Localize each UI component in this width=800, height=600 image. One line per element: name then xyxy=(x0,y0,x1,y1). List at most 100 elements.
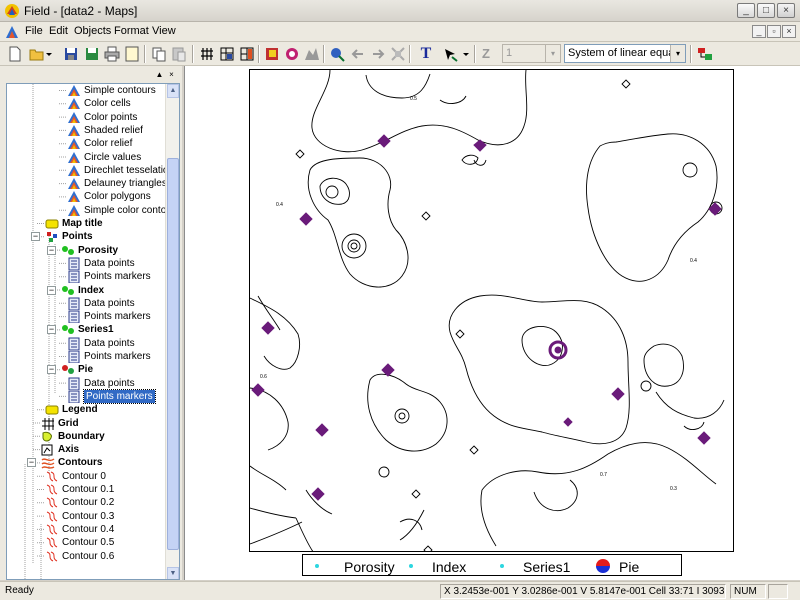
document-icon[interactable] xyxy=(5,25,19,39)
new-file-icon[interactable] xyxy=(6,45,24,63)
legend-label: Pie xyxy=(619,559,640,575)
tree-collapse-icon[interactable]: − xyxy=(27,458,36,468)
toolbar-separator xyxy=(690,45,692,63)
layout-icon[interactable] xyxy=(238,45,256,63)
scroll-thumb[interactable] xyxy=(167,158,179,550)
copy-icon[interactable] xyxy=(150,45,168,63)
maximize-button[interactable]: □ xyxy=(757,3,775,18)
menu-format[interactable]: Format xyxy=(114,25,149,37)
fit-extent-icon[interactable] xyxy=(389,45,407,63)
data-sheet-icon xyxy=(68,257,80,270)
pointer-icon[interactable] xyxy=(442,45,460,63)
map-book-icon[interactable] xyxy=(263,45,281,63)
cyan-dot-icon xyxy=(500,564,504,568)
svg-text:0.3: 0.3 xyxy=(670,486,677,492)
data-sheet-icon xyxy=(68,310,80,324)
tree-collapse-icon[interactable]: − xyxy=(47,285,56,295)
legend-label: Porosity xyxy=(344,559,395,575)
tree-node-label: Simple color contours xyxy=(84,204,165,216)
object-tree[interactable]: Simple contours Color cells Color points Sh… xyxy=(6,83,180,580)
data-sheet-icon xyxy=(68,350,80,363)
contour-map: 0.4 0.5 0.4 0.6 0.3 0.7 xyxy=(250,70,725,551)
legend-item: Series1 xyxy=(488,558,588,575)
status-ready: Ready xyxy=(5,585,34,596)
tree-collapse-icon[interactable]: − xyxy=(47,365,56,375)
cyan-dot-icon xyxy=(409,564,413,568)
tree-node-label: Color points xyxy=(84,111,138,123)
tree-node-label: Points markers xyxy=(84,311,151,323)
grid-icon[interactable] xyxy=(198,45,216,63)
pointer-dropdown-icon[interactable] xyxy=(461,45,471,63)
toolbar: T Z 1 ▾ System of linear equations ▾ xyxy=(0,42,800,66)
doc-close-button[interactable]: × xyxy=(782,25,796,38)
tree-node-label: Boundary xyxy=(58,430,105,442)
panel-close-button[interactable]: × xyxy=(166,70,177,80)
contour-line-icon xyxy=(46,524,58,535)
tree-collapse-icon[interactable]: − xyxy=(47,245,56,255)
map-view[interactable]: 0.4 0.5 0.4 0.6 0.3 0.7 Porosity Index S… xyxy=(184,66,800,580)
paste-icon[interactable] xyxy=(170,45,188,63)
contour-line-icon xyxy=(46,511,58,522)
method-combo-arrow-icon[interactable]: ▾ xyxy=(670,45,685,62)
surface-icon[interactable] xyxy=(303,45,321,63)
print-icon[interactable] xyxy=(103,45,121,63)
contour-line-icon xyxy=(46,497,58,508)
toolbar-separator xyxy=(474,45,476,63)
menu-objects[interactable]: Objects xyxy=(74,25,111,37)
data-point-markers xyxy=(251,134,722,501)
save-all-icon[interactable] xyxy=(83,45,101,63)
scroll-up-icon[interactable]: ▲ xyxy=(167,84,179,98)
map-frame[interactable]: 0.4 0.5 0.4 0.6 0.3 0.7 xyxy=(249,69,734,552)
globe-icon[interactable] xyxy=(283,45,301,63)
green-points-icon xyxy=(62,285,74,295)
legend-item: Pie xyxy=(595,558,675,575)
svg-text:0.7: 0.7 xyxy=(600,472,607,478)
green-points-icon xyxy=(62,245,74,255)
object-tree-panel: ▲ × Simple contours Color cells Color poin… xyxy=(0,66,182,580)
save-icon[interactable] xyxy=(62,45,80,63)
menu-edit[interactable]: Edit xyxy=(49,25,68,37)
cyan-dot-icon xyxy=(315,564,319,568)
tree-collapse-icon[interactable]: − xyxy=(47,325,56,335)
layers-icon[interactable] xyxy=(696,45,714,63)
tree-node-label: Color cells xyxy=(84,98,131,110)
panel-pin-button[interactable]: ▲ xyxy=(154,70,165,80)
z-combo-arrow-icon[interactable]: ▾ xyxy=(545,45,560,62)
tree-node-label: Legend xyxy=(62,404,98,416)
tree-node-label: Direchlet tesselations xyxy=(84,164,165,176)
toolbar-separator xyxy=(409,45,411,63)
tree-node-label: Data points xyxy=(84,377,135,389)
axis-icon xyxy=(41,444,53,456)
map-title-icon xyxy=(45,219,59,229)
tree-node-label: Contour 0.4 xyxy=(62,523,115,535)
tree-node-label: Color polygons xyxy=(84,191,151,203)
z-level-combo[interactable]: 1 ▾ xyxy=(502,44,561,63)
tree-node-label: Index xyxy=(78,284,105,296)
legend-label: Index xyxy=(432,559,467,575)
arrow-right-icon[interactable] xyxy=(369,45,387,63)
zoom-icon[interactable] xyxy=(328,45,346,63)
tree-node-label: Shaded relief xyxy=(84,124,143,136)
map-legend[interactable]: Porosity Index Series1 Pie xyxy=(302,554,682,576)
close-button[interactable]: × xyxy=(777,3,795,18)
tree-collapse-icon[interactable]: − xyxy=(31,232,40,242)
cursor-coordinates: X 3.2453e-001 Y 3.0286e-001 V 5.8147e-00… xyxy=(440,584,726,599)
tree-scrollbar[interactable]: ▲ ▼ xyxy=(165,84,179,579)
tree-node-label: Contour 0.2 xyxy=(62,497,115,509)
print-preview-icon[interactable] xyxy=(123,45,141,63)
tree-node-label: Pie xyxy=(78,364,94,376)
open-dropdown-icon[interactable] xyxy=(44,45,54,63)
interpolation-method-combo[interactable]: System of linear equations ▾ xyxy=(564,44,686,63)
minimize-button[interactable]: _ xyxy=(737,3,755,18)
contour-layer-icon xyxy=(68,85,80,96)
menu-file[interactable]: File xyxy=(25,25,43,37)
doc-restore-button[interactable]: ▫ xyxy=(767,25,781,38)
doc-minimize-button[interactable]: _ xyxy=(752,25,766,38)
scroll-down-icon[interactable]: ▼ xyxy=(167,567,179,579)
contour-line-icon xyxy=(46,537,58,548)
svg-text:0.6: 0.6 xyxy=(260,374,267,380)
menu-view[interactable]: View xyxy=(152,25,176,37)
text-tool-icon[interactable]: T xyxy=(417,45,435,63)
grid-table-icon[interactable] xyxy=(218,45,236,63)
arrow-left-icon[interactable] xyxy=(349,45,367,63)
